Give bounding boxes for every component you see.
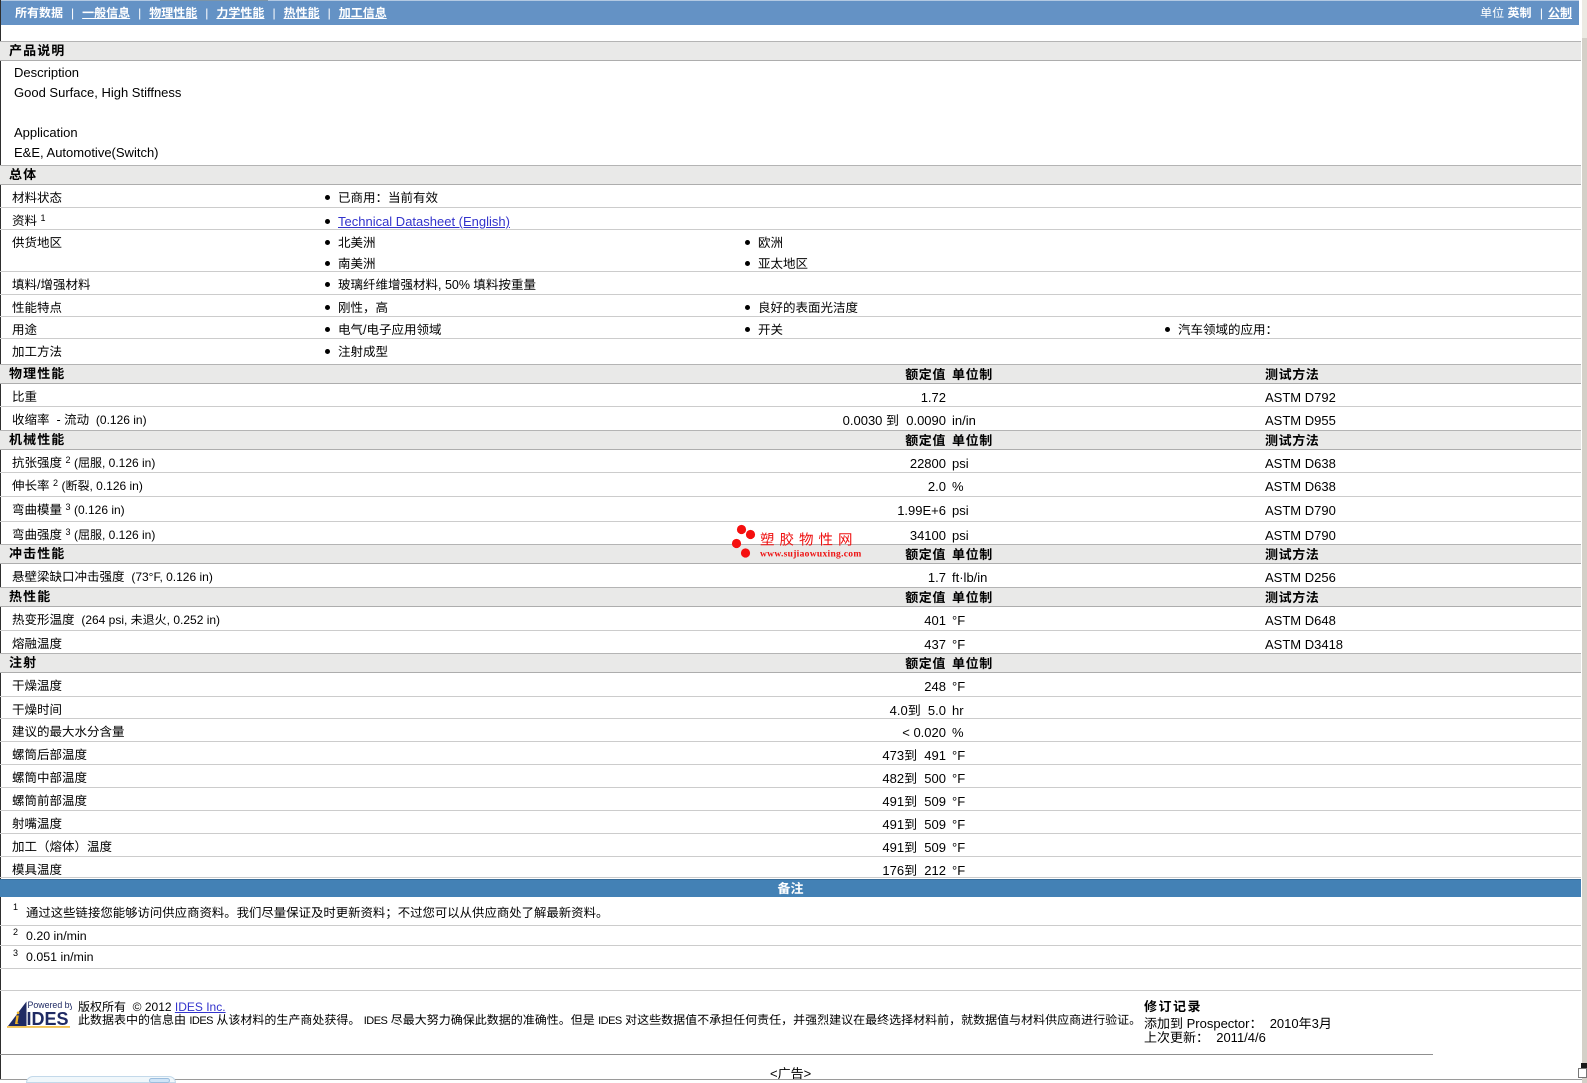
svg-text:i: i	[15, 1008, 20, 1028]
svg-text:IDES: IDES	[27, 1009, 69, 1029]
svg-text:www.sujiaowuxing.com: www.sujiaowuxing.com	[760, 550, 862, 560]
svg-text:塑胶物性网: 塑胶物性网	[760, 532, 858, 549]
